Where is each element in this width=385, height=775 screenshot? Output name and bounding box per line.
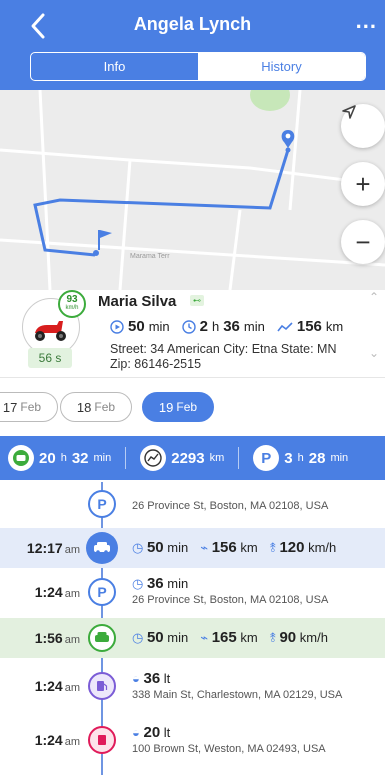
date-selector: 17 Feb 18 Feb 19 Feb (0, 386, 385, 426)
tab-history[interactable]: History (198, 53, 365, 80)
clock-icon (181, 319, 196, 334)
date-chip-19-feb[interactable]: 19 Feb (142, 392, 214, 422)
parking-duration: ◷ 36 min (132, 575, 189, 592)
duration-badge: 56 s (28, 348, 72, 368)
clock-icon: ◷ (132, 540, 144, 555)
trip-max-speed: ⥉ 120 km/h (269, 539, 337, 556)
timeline-item-fuel-drain[interactable]: 1:24 am ◒ 20 lt 100 Brown St, Weston, MA … (0, 716, 385, 766)
route-map[interactable]: Marama Terr + − (0, 90, 385, 290)
minus-icon: − (355, 226, 371, 257)
street-label: Marama Terr (130, 253, 170, 260)
drain-address: 100 Brown St, Weston, MA 02493, USA (132, 743, 326, 755)
top-header: Angela Lynch ... Info History (0, 0, 385, 90)
navigation-arrow-icon (342, 105, 356, 119)
fuel-address: 338 Main St, Charlestown, MA 02129, USA (132, 689, 343, 701)
trip-distance: ⌁ 156 km (200, 539, 258, 556)
route-line-icon: ⌁ (200, 540, 209, 555)
summary-divider (125, 447, 127, 469)
driver-card[interactable]: 93 km/h 56 s Maria Silva ⊷ 50 min 2h 36 mi… (0, 290, 385, 378)
parking-node-icon: P (88, 578, 116, 606)
tab-switcher: Info History (30, 52, 366, 81)
timeline-item-parking[interactable]: 1:24 am P ◷ 36 min 26 Province St, Boston… (0, 570, 385, 614)
distance-summary: 2293 km (140, 445, 224, 471)
event-time: 1:56 am (34, 630, 80, 646)
date-chip-17-feb[interactable]: 17 Feb (0, 392, 58, 422)
driving-summary: 20 h 32 min (8, 445, 111, 471)
driving-time-stat: 50 min (110, 318, 170, 335)
driver-stats: 50 min 2h 36 min 156 km (110, 318, 343, 335)
fuel-amount: ◒ 36 lt (132, 670, 171, 687)
daily-summary-bar: 20 h 32 min 2293 km P 3h 28 min (0, 436, 385, 480)
distance-stat: 156 km (277, 318, 343, 335)
chevron-up-icon[interactable]: ⌃ (369, 290, 379, 304)
parking-summary: P 3h 28 min (253, 445, 348, 471)
timeline-item-trip[interactable]: 1:56 am ◷ 50 min ⌁ 165 km ⥉ 90 km/h (0, 618, 385, 658)
speed-icon: ⥉ (269, 630, 276, 645)
parking-icon: P (253, 445, 280, 471)
map-canvas: Marama Terr (0, 90, 385, 290)
total-time-stat: 2h 36 min (181, 318, 265, 335)
timeline-item-trip[interactable]: 12:17 am ◷ 50 min ⌁ 156 km ⥉ 120 km/h (0, 528, 385, 568)
chevron-down-icon[interactable]: ⌄ (369, 346, 379, 360)
timeline-item-refuel[interactable]: 1:24 am ◒ 36 lt 338 Main St, Charlestown,… (0, 662, 385, 712)
more-options-button[interactable]: ... (356, 8, 377, 34)
plus-icon: + (355, 168, 371, 199)
trip-duration: ◷ 50 min (132, 539, 189, 556)
fuel-pump-icon (88, 672, 116, 700)
distance-icon (140, 445, 167, 471)
zoom-out-button[interactable]: − (341, 220, 385, 264)
parking-node-icon: P (88, 490, 116, 518)
car-node-icon (88, 624, 116, 652)
event-time: 1:24 am (34, 678, 80, 694)
page-title: Angela Lynch (133, 14, 252, 34)
drop-icon: ◒ (132, 671, 140, 686)
parking-address: 26 Province St, Boston, MA 02108, USA (132, 594, 329, 606)
route-line-icon (277, 321, 293, 331)
drain-amount: ◒ 20 lt (132, 724, 171, 741)
fuel-drain-icon (88, 726, 116, 754)
summary-divider (238, 447, 240, 469)
history-timeline: P 26 Province St, Boston, MA 02108, USA … (0, 482, 385, 775)
car-icon (8, 445, 34, 471)
event-time: 12:17 am (26, 540, 80, 556)
key-icon: ⊷ (190, 295, 204, 306)
driver-address: Street: 34 American City: Etna State: MN… (110, 342, 337, 371)
event-time: 1:24 am (34, 584, 80, 600)
clock-icon: ◷ (132, 576, 144, 591)
date-chip-18-feb[interactable]: 18 Feb (60, 392, 132, 422)
speed-icon: ⥉ (269, 540, 276, 555)
timeline-item-parking[interactable]: P 26 Province St, Boston, MA 02108, USA (0, 482, 385, 526)
speed-badge: 93 km/h (58, 290, 86, 318)
driver-name: Maria Silva (98, 293, 177, 310)
play-circle-icon (110, 319, 124, 334)
trip-distance: ⌁ 165 km (200, 629, 258, 646)
trip-max-speed: ⥉ 90 km/h (269, 629, 328, 646)
route-line-icon: ⌁ (200, 630, 209, 645)
clock-icon: ◷ (132, 630, 144, 645)
car-node-icon (86, 532, 118, 564)
trip-duration: ◷ 50 min (132, 629, 189, 646)
locate-me-button[interactable] (341, 104, 385, 148)
drop-icon: ◒ (132, 725, 140, 740)
zoom-in-button[interactable]: + (341, 162, 385, 206)
tab-info[interactable]: Info (31, 53, 198, 80)
parking-address: 26 Province St, Boston, MA 02108, USA (132, 500, 329, 512)
event-time: 1:24 am (34, 732, 80, 748)
